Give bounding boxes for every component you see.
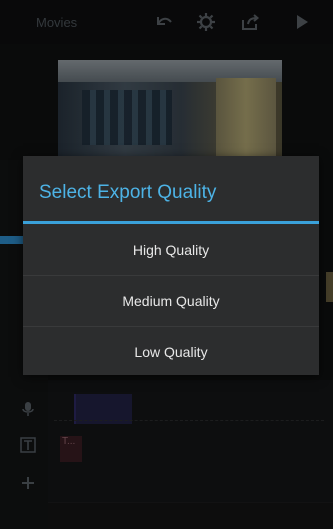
dialog-title: Select Export Quality xyxy=(39,182,217,203)
option-high-quality[interactable]: High Quality xyxy=(23,225,319,275)
app-screen: Movies T... Select Export Quality High Q… xyxy=(0,0,333,529)
option-medium-quality[interactable]: Medium Quality xyxy=(23,276,319,326)
dialog-title-divider xyxy=(23,221,319,224)
option-low-quality[interactable]: Low Quality xyxy=(23,327,319,377)
export-quality-dialog: Select Export Quality High Quality Mediu… xyxy=(23,156,319,375)
